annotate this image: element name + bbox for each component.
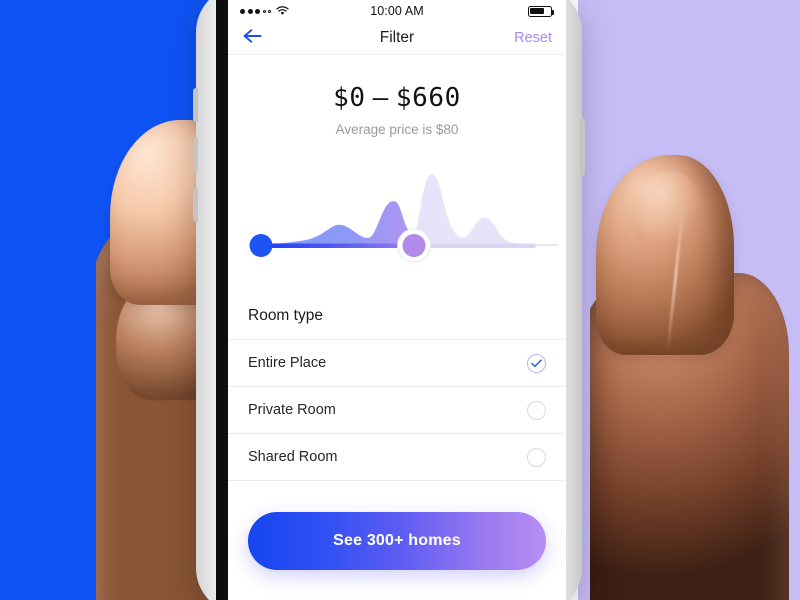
check-icon [531,358,542,367]
hand-right-nail [632,171,706,263]
room-type-option-entire-place[interactable]: Entire Place [228,340,566,387]
status-bar: 10:00 AM [228,0,566,22]
option-label: Private Room [248,402,336,418]
slider-track-active[interactable] [250,243,416,249]
hand-right [590,155,800,600]
slider-handle-max[interactable] [397,228,431,263]
slider-handle-min[interactable] [249,234,273,257]
price-max: $660 [395,83,461,113]
price-min: $0 [333,83,366,113]
volume-up-button[interactable] [193,88,198,122]
room-type-options: Entire Place Private Room Shared Room [228,340,566,481]
option-label: Shared Room [248,449,338,465]
price-dash: — [372,83,389,113]
see-homes-button[interactable]: See 300+ homes [248,512,546,570]
reset-button[interactable]: Reset [514,30,552,46]
nav-bar: Filter Reset [228,22,566,55]
battery-cap [552,9,555,15]
price-histogram-slider[interactable] [228,160,566,270]
status-bar-right [528,5,555,17]
average-price-note: Average price is $80 [335,122,459,137]
room-type-option-private-room[interactable]: Private Room [228,387,566,434]
cta-container: See 300+ homes [228,512,566,570]
power-button[interactable] [580,118,585,176]
option-label: Entire Place [248,355,327,371]
status-bar-clock: 10:00 AM [370,4,424,18]
histogram-chart [249,174,558,263]
room-type-option-shared-room[interactable]: Shared Room [228,434,566,481]
radio-private-room[interactable] [527,400,546,420]
phone-screen: 10:00 AM Filter Reset $0 — $660 Average … [228,0,566,600]
radio-entire-place[interactable] [527,353,546,373]
price-block: $0— $660 Average price is $80 [228,55,566,137]
battery-fill [530,7,544,15]
hand-right-thumb [596,155,734,355]
battery-icon [528,5,555,17]
mute-switch-button[interactable] [193,188,198,222]
room-type-heading: Room type [228,292,566,340]
radio-shared-room[interactable] [527,447,546,467]
volume-down-button[interactable] [193,138,198,172]
screenshot-stage: 10:00 AM Filter Reset $0 — $660 Average … [0,0,800,600]
price-range: $0— $660 [228,83,566,113]
